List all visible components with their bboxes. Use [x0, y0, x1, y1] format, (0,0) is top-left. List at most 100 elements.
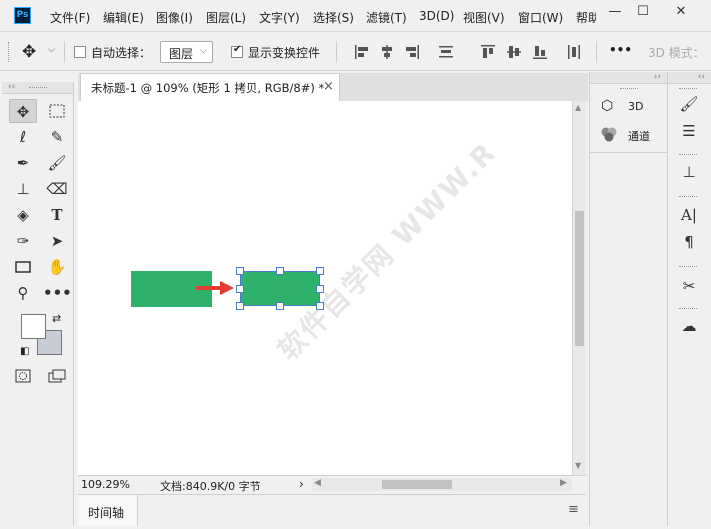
options-grip[interactable]	[8, 42, 11, 62]
adjustments-button[interactable]: ☰	[674, 121, 704, 141]
swap-colors-icon[interactable]: ⇄	[52, 312, 61, 325]
scroll-right-icon[interactable]: ▶	[560, 478, 567, 488]
transform-handle-bl[interactable]	[236, 302, 244, 310]
stamp-tool-button[interactable]: ⊥	[9, 177, 37, 201]
dock-grip[interactable]	[679, 266, 697, 269]
libraries-button[interactable]: ☁	[674, 316, 704, 336]
more-tools-button[interactable]: •••	[43, 281, 72, 305]
menu-file[interactable]: 文件(F)	[50, 9, 90, 26]
dock-grip[interactable]	[679, 154, 697, 157]
align-center-h-icon[interactable]	[379, 44, 395, 60]
panel-menu-icon[interactable]: ≡	[568, 502, 579, 517]
menu-window[interactable]: 窗口(W)	[518, 9, 563, 26]
type-tool-button[interactable]: T	[43, 203, 71, 227]
menu-image[interactable]: 图像(I)	[156, 9, 193, 26]
document-tab[interactable]: 未标题-1 @ 109% (矩形 1 拷贝, RGB/8#) * ×	[80, 73, 340, 101]
minimize-button[interactable]: —	[602, 2, 628, 22]
rectangle-tool-button[interactable]	[9, 255, 37, 279]
brush-tool-button[interactable]: 🖌	[43, 151, 71, 175]
menu-layer[interactable]: 图层(L)	[206, 9, 246, 26]
clone-source-button[interactable]: ⊥	[674, 162, 704, 182]
3d-mode-label: 3D 模式：	[648, 46, 705, 60]
screen-mode-button[interactable]	[43, 364, 71, 388]
magic-wand-icon: ✎	[50, 128, 64, 146]
dock-grip[interactable]	[679, 88, 697, 91]
align-left-icon[interactable]	[354, 44, 370, 60]
hand-tool-button[interactable]: ✋	[43, 255, 71, 279]
foreground-color-swatch[interactable]	[21, 314, 46, 339]
scroll-down-icon[interactable]: ▼	[575, 461, 581, 470]
transform-handle-tl[interactable]	[236, 267, 244, 275]
align-middle-v-icon[interactable]	[506, 44, 522, 60]
transform-handle-tm[interactable]	[276, 267, 284, 275]
show-transform-checkbox[interactable]: ✔	[231, 44, 243, 58]
tool-preset-chevron-icon[interactable]: ⌵	[48, 45, 55, 55]
menu-filter[interactable]: 滤镜(T)	[366, 9, 407, 26]
align-right-icon[interactable]	[404, 44, 420, 60]
transform-handle-bm[interactable]	[276, 302, 284, 310]
collapse-icon[interactable]: ‹‹	[2, 82, 15, 92]
align-bottom-icon[interactable]	[532, 44, 548, 60]
marquee-tool-button[interactable]	[43, 99, 71, 123]
align-top-edge-icon[interactable]	[480, 44, 496, 60]
auto-select-dropdown[interactable]: 图层 ⌵	[160, 41, 213, 63]
tool-presets-button[interactable]: ✂	[674, 276, 704, 296]
paint-bucket-tool-button[interactable]: ◈	[9, 203, 37, 227]
auto-select-checkbox[interactable]	[74, 46, 86, 58]
right-dock-header[interactable]: ‹‹	[668, 72, 711, 84]
screen-mode-icon	[48, 369, 66, 383]
right-panel-header[interactable]: ››	[590, 72, 667, 84]
options-bar: ✥ ⌵ 自动选择： 图层 ⌵ ✔ 显示变换控件 ••• 3D 模式：	[0, 33, 711, 71]
path-select-tool-button[interactable]: ➤	[43, 229, 71, 253]
menu-type[interactable]: 文字(Y)	[259, 9, 300, 26]
panel-item-3d[interactable]: ⬡ 3D	[598, 98, 660, 118]
menu-help[interactable]: 帮助	[576, 9, 596, 26]
timeline-tab[interactable]: 时间轴	[78, 495, 138, 526]
panel-item-channels[interactable]: 通道	[598, 126, 660, 146]
sliders-icon: ☰	[682, 122, 696, 140]
align-top-icon[interactable]	[438, 44, 454, 60]
divider	[336, 41, 337, 63]
zoom-level[interactable]: 109.29%	[81, 478, 130, 491]
horizontal-scroll-thumb[interactable]	[382, 480, 452, 489]
collapse-icon[interactable]: ››	[654, 72, 661, 82]
menu-edit[interactable]: 编辑(E)	[103, 9, 144, 26]
lasso-tool-button[interactable]: ℓ	[9, 125, 37, 149]
panel-grip[interactable]	[620, 88, 638, 91]
brush-settings-button[interactable]: 🖌	[674, 94, 704, 114]
menu-3d[interactable]: 3D(D)	[419, 9, 454, 23]
menu-view[interactable]: 视图(V)	[463, 9, 505, 26]
eraser-tool-button[interactable]: ⌫	[43, 177, 71, 201]
move-tool-icon[interactable]: ✥	[22, 42, 36, 62]
magic-wand-tool-button[interactable]: ✎	[43, 125, 71, 149]
tools-grip[interactable]	[29, 87, 47, 90]
move-tool-button[interactable]: ✥	[9, 99, 37, 123]
paragraph-button[interactable]: ¶	[674, 232, 704, 252]
more-options-button[interactable]: •••	[609, 43, 632, 57]
transform-handle-ml[interactable]	[236, 285, 244, 293]
quick-mask-button[interactable]	[9, 364, 37, 388]
dock-grip[interactable]	[679, 308, 697, 311]
close-window-button[interactable]: ✕	[668, 2, 694, 22]
character-button[interactable]: A|	[674, 205, 704, 225]
maximize-button[interactable]: ☐	[630, 2, 656, 22]
dock-grip[interactable]	[679, 196, 697, 199]
default-colors-icon[interactable]: ◧	[20, 346, 29, 357]
pen-icon: ✑	[16, 232, 30, 250]
scroll-up-icon[interactable]: ▲	[575, 103, 581, 112]
menu-select[interactable]: 选择(S)	[313, 9, 354, 26]
vertical-scroll-thumb[interactable]	[575, 211, 584, 346]
pen-tool-button[interactable]: ✑	[9, 229, 37, 253]
horizontal-scrollbar[interactable]: ◀ ▶	[312, 478, 572, 491]
transform-handle-tr[interactable]	[316, 267, 324, 275]
collapse-icon[interactable]: ‹‹	[698, 72, 705, 82]
status-menu-arrow[interactable]: ›	[299, 477, 304, 491]
close-tab-icon[interactable]: ×	[323, 79, 334, 94]
chevron-down-icon: ⌵	[200, 46, 207, 56]
timeline-label: 时间轴	[88, 506, 125, 520]
vertical-scrollbar[interactable]: ▲ ▼	[572, 101, 586, 475]
scroll-left-icon[interactable]: ◀	[314, 478, 321, 488]
distribute-icon[interactable]	[566, 44, 582, 60]
eyedropper-tool-button[interactable]: ✒	[9, 151, 37, 175]
zoom-tool-button[interactable]: ⚲	[9, 281, 37, 305]
